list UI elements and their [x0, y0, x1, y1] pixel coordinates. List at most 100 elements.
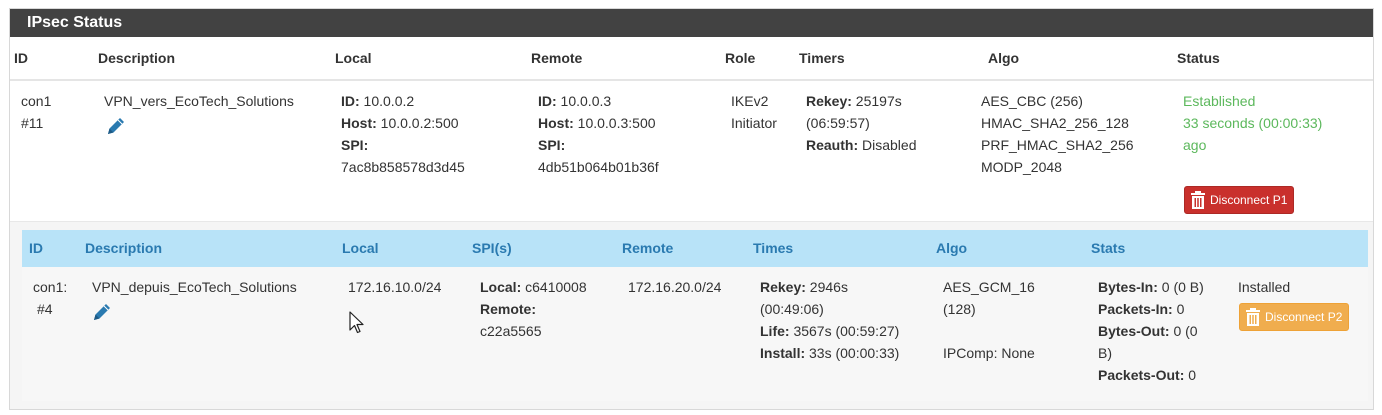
p2-times-cell: Rekey: 2946s (00:49:06) Life: 3567s (00:…: [760, 276, 899, 364]
p1-role-mode: Initiator: [731, 115, 777, 131]
p1-header-timers: Timers: [799, 50, 845, 66]
disconnect-p1-label: Disconnect P1: [1210, 193, 1288, 207]
p1-description: VPN_vers_EcoTech_Solutions: [104, 93, 294, 109]
p1-local-id: 10.0.0.2: [359, 93, 415, 109]
p1-header-role: Role: [725, 50, 756, 66]
p1-header-status: Status: [1177, 50, 1220, 66]
p1-algo-cell: AES_CBC (256) HMAC_SHA2_256_128 PRF_HMAC…: [981, 90, 1134, 178]
p1-role-cell: IKEv2 Initiator: [731, 90, 777, 134]
p1-header-id: ID: [14, 50, 28, 66]
p2-stats-cell: Bytes-In: 0 (0 B) Packets-In: 0 Bytes-Ou…: [1098, 276, 1204, 386]
p2-packets-in-label: Packets-In:: [1098, 301, 1173, 317]
p1-algo-hash: HMAC_SHA2_256_128: [981, 115, 1129, 131]
ipsec-status-panel: IPsec Status ID Description Local Remote…: [9, 8, 1374, 410]
p1-id-num: #11: [21, 115, 44, 131]
p1-local-host-label: Host:: [341, 115, 377, 131]
disconnect-p2-button[interactable]: Disconnect P2: [1239, 303, 1350, 331]
p1-rekey: 25197s: [851, 93, 902, 109]
disconnect-p1-button[interactable]: Disconnect P1: [1184, 186, 1295, 214]
p1-table-header: ID Description Local Remote Role Timers …: [10, 37, 1373, 81]
p1-algo-encryption: AES_CBC (256): [981, 93, 1083, 109]
p1-remote-id: 10.0.0.3: [556, 93, 612, 109]
p1-role-version: IKEv2: [731, 93, 769, 109]
panel-title: IPsec Status: [10, 9, 1373, 37]
p1-reauth: Disabled: [858, 137, 917, 153]
p2-table-row: con1: #4 VPN_depuis_EcoTech_Solutions 17…: [22, 267, 1368, 401]
pencil-icon[interactable]: [92, 302, 112, 322]
p2-spi-remote-label: Remote:: [480, 301, 537, 317]
p2-state: Installed: [1238, 279, 1291, 295]
p1-table-row: con1 #11 VPN_vers_EcoTech_Solutions ID: …: [10, 81, 1373, 222]
p1-status-cell: Established 33 seconds (00:00:33) ago: [1183, 90, 1322, 156]
trash-icon: [1191, 191, 1205, 209]
p2-spi-local: c6410008: [521, 279, 587, 295]
p1-id-con: con1: [21, 93, 52, 109]
p2-bytes-in-label: Bytes-In:: [1098, 279, 1158, 295]
p1-status-state: Established: [1183, 93, 1256, 109]
p2-packets-out: 0: [1184, 367, 1197, 383]
p2-ipcomp: IPComp: None: [943, 345, 1035, 361]
p2-remote-cell: 172.16.20.0/24: [628, 276, 721, 298]
p1-remote-cell: ID: 10.0.0.3 Host: 10.0.0.3:500 SPI: 4db…: [538, 90, 659, 178]
disconnect-p2-label: Disconnect P2: [1265, 310, 1343, 324]
p1-header-remote: Remote: [531, 50, 583, 66]
p1-algo-dh: MODP_2048: [981, 159, 1062, 175]
p2-bytes-out: 0 (0: [1169, 323, 1198, 339]
p2-spi-local-label: Local:: [480, 279, 522, 295]
p2-spis-cell: Local: c6410008 Remote: c22a5565: [480, 276, 587, 342]
p1-timers-cell: Rekey: 25197s (06:59:57) Reauth: Disable…: [806, 90, 917, 156]
p2-life-label: Life:: [760, 323, 790, 339]
p1-local-host: 10.0.0.2:500: [376, 115, 459, 131]
p2-header-algo: Algo: [936, 240, 968, 256]
p2-bytes-out-unit: B): [1098, 345, 1112, 361]
mouse-pointer-icon: [349, 311, 364, 334]
pencil-icon[interactable]: [106, 116, 126, 136]
p1-local-id-label: ID:: [341, 93, 360, 109]
p1-description-cell: VPN_vers_EcoTech_Solutions: [104, 90, 294, 112]
p2-algo-keysize: (128): [943, 301, 976, 317]
p2-id-con: con1:: [33, 279, 68, 295]
p2-algo-cell: AES_GCM_16 (128) IPComp: None: [943, 276, 1035, 364]
p2-local-cell: 172.16.10.0/24: [348, 276, 441, 298]
p1-rekey-hms: (06:59:57): [806, 115, 870, 131]
p2-remote: 172.16.20.0/24: [628, 279, 722, 295]
p2-algo-encryption: AES_GCM_16: [943, 279, 1035, 295]
p1-id-cell: con1 #11: [21, 90, 51, 134]
p1-remote-host-label: Host:: [538, 115, 574, 131]
p2-id-num: #4: [37, 301, 53, 317]
p1-local-spi: 7ac8b858578d3d45: [341, 159, 465, 175]
p2-header-description: Description: [85, 240, 163, 256]
p2-state-cell: Installed: [1238, 276, 1290, 298]
p2-packets-out-label: Packets-Out:: [1098, 367, 1185, 383]
p2-header-stats: Stats: [1091, 240, 1126, 256]
p2-container: ID Description Local SPI(s) Remote Times…: [10, 222, 1373, 409]
p2-install-label: Install:: [760, 345, 806, 361]
p2-header-remote: Remote: [622, 240, 674, 256]
p2-bytes-out-label: Bytes-Out:: [1098, 323, 1170, 339]
p1-header-description: Description: [98, 50, 176, 66]
p1-header-local: Local: [335, 50, 372, 66]
p2-bytes-in: 0 (0 B): [1157, 279, 1204, 295]
p1-status-duration: 33 seconds (00:00:33): [1183, 115, 1323, 131]
p2-install: 33s (00:00:33): [805, 345, 900, 361]
p1-algo-prf: PRF_HMAC_SHA2_256: [981, 137, 1134, 153]
p2-id-cell: con1: #4: [33, 276, 67, 320]
p2-rekey-label: Rekey:: [760, 279, 806, 295]
p2-header-local: Local: [342, 240, 379, 256]
p2-packets-in: 0: [1172, 301, 1185, 317]
p2-description-cell: VPN_depuis_EcoTech_Solutions: [92, 276, 297, 298]
p1-status-ago: ago: [1183, 137, 1207, 153]
p2-spi-remote: c22a5565: [480, 323, 542, 339]
p2-rekey-hms: (00:49:06): [760, 301, 824, 317]
p1-reauth-label: Reauth:: [806, 137, 859, 153]
p2-header-spis: SPI(s): [472, 240, 512, 256]
p2-table: ID Description Local SPI(s) Remote Times…: [22, 230, 1368, 401]
p1-remote-spi-label: SPI:: [538, 137, 566, 153]
p1-local-cell: ID: 10.0.0.2 Host: 10.0.0.2:500 SPI: 7ac…: [341, 90, 465, 178]
p1-remote-spi: 4db51b064b01b36f: [538, 159, 659, 175]
p2-local: 172.16.10.0/24: [348, 279, 442, 295]
p1-rekey-label: Rekey:: [806, 93, 852, 109]
p2-description: VPN_depuis_EcoTech_Solutions: [92, 279, 297, 295]
trash-icon: [1246, 308, 1260, 326]
p2-header-times: Times: [753, 240, 794, 256]
